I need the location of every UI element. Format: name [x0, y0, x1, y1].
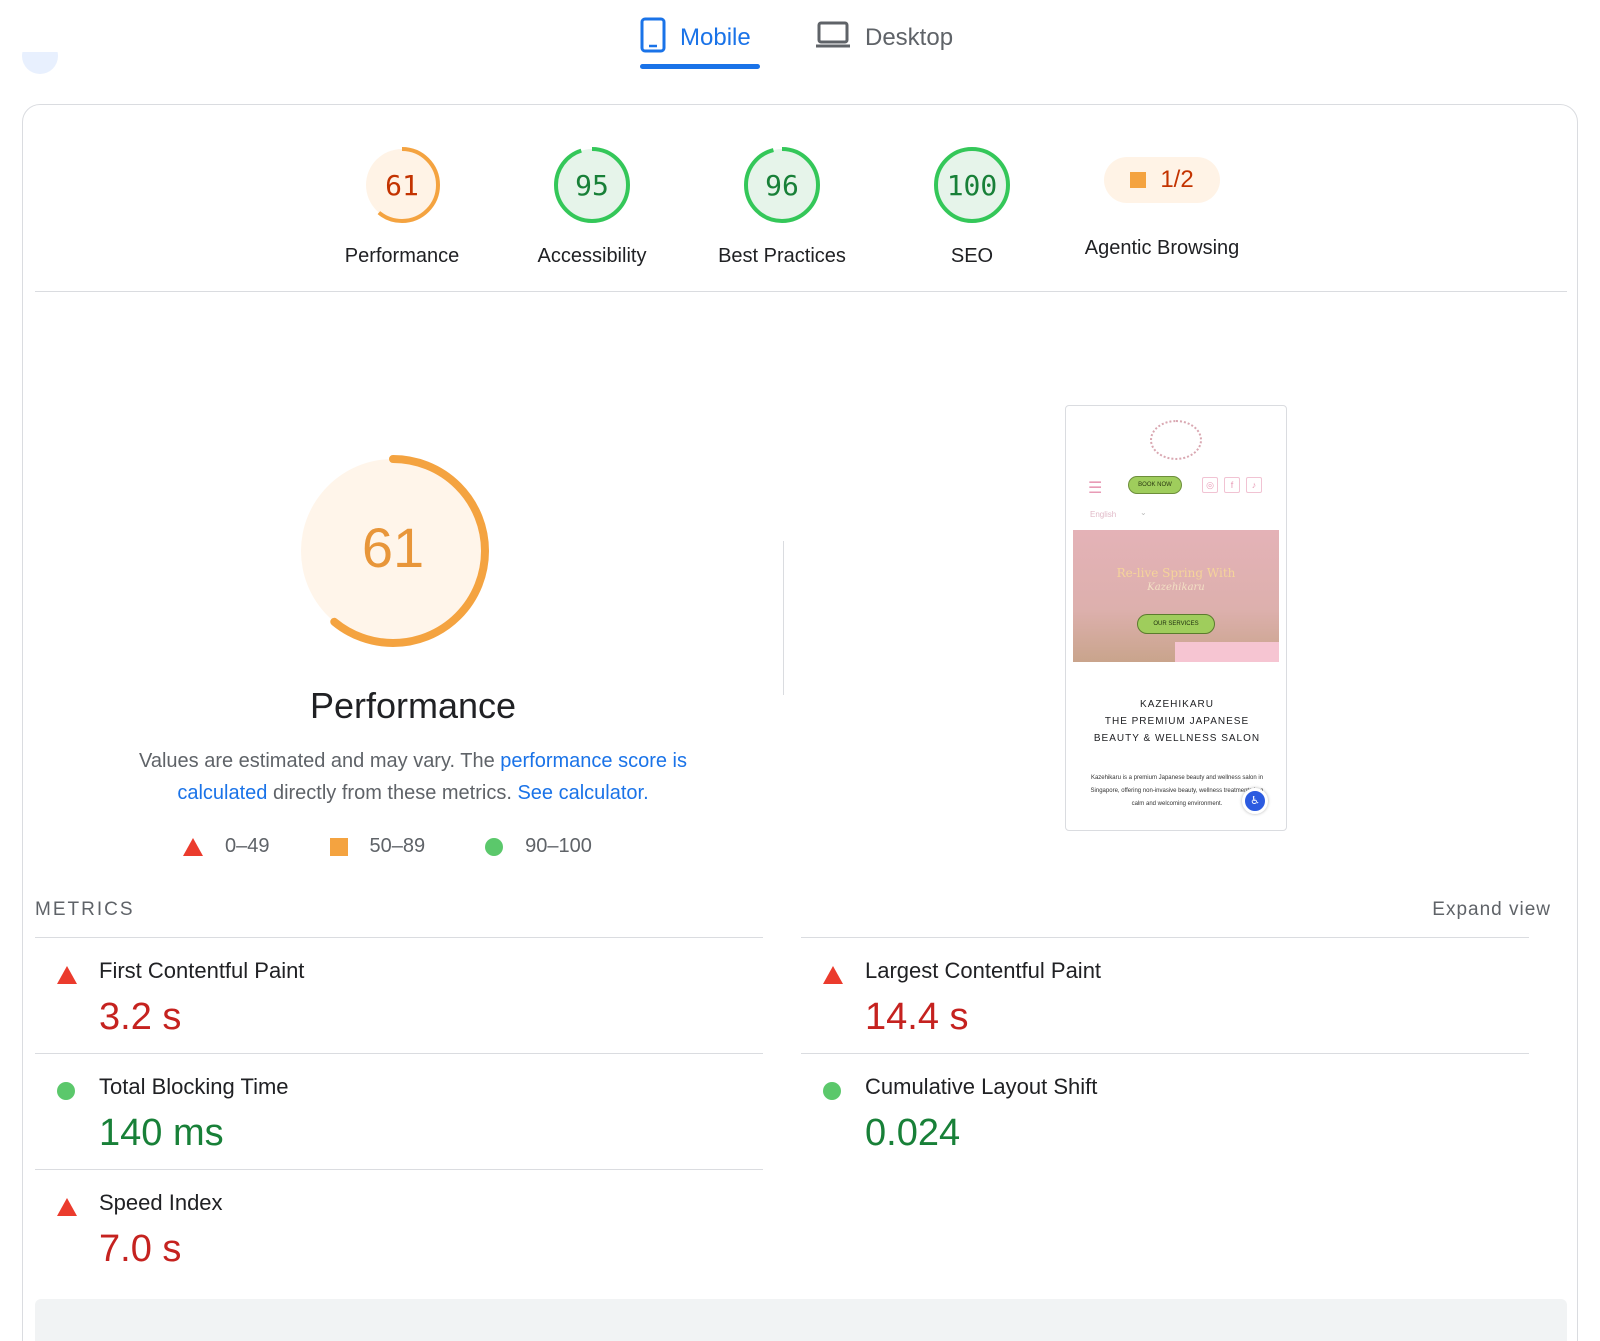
legend-fail: 0–49 [183, 835, 270, 858]
gauge-best-practices[interactable]: 96 Best Practices [697, 145, 867, 268]
metric-speed-index: Speed Index 7.0 s [35, 1169, 763, 1285]
metric-value: 0.024 [865, 1112, 961, 1154]
gauge-seo[interactable]: 100 SEO [887, 145, 1057, 268]
gauge-accessibility[interactable]: 95 Accessibility [507, 145, 677, 268]
tab-desktop-label: Desktop [865, 24, 954, 51]
average-square-icon [329, 837, 348, 856]
metric-name: Largest Contentful Paint [865, 958, 1102, 983]
agentic-score-pill: 1/2 [1104, 157, 1220, 203]
gauge-best-practices-score: 96 [765, 169, 799, 202]
score-legend: 0–49 50–89 90–100 [183, 835, 652, 858]
vertical-divider [783, 541, 784, 695]
legend-pass: 90–100 [485, 835, 592, 858]
instagram-icon: ◎ [1202, 477, 1218, 493]
fail-triangle-icon [183, 837, 203, 856]
metrics-column-right: Largest Contentful Paint 14.4 s Cumulati… [801, 937, 1529, 1169]
gauge-performance-score: 61 [385, 169, 419, 202]
gauge-performance-label: Performance [344, 245, 460, 267]
thumb-heading: KAZEHIKARU THE PREMIUM JAPANESE BEAUTY &… [1066, 696, 1286, 747]
metric-value: 140 ms [99, 1112, 224, 1154]
thumb-hero-subtitle: Kazehikaru [1147, 582, 1205, 593]
thumb-hero-banner: Re-live Spring With Kazehikaru OUR SERVI… [1073, 530, 1279, 662]
metric-cumulative-layout-shift: Cumulative Layout Shift 0.024 [801, 1053, 1529, 1169]
device-tabbar: Mobile Desktop [0, 0, 1600, 74]
thumb-heading-line3: BEAUTY & WELLNESS SALON [1093, 733, 1261, 744]
performance-description: Values are estimated and may vary. The p… [103, 745, 723, 809]
thumb-hero-title: Re-live Spring With [1116, 566, 1236, 580]
thumb-language-select: English [1090, 510, 1117, 519]
pass-circle-icon [485, 837, 504, 856]
metrics-column-left: First Contentful Paint 3.2 s Total Block… [35, 937, 763, 1285]
active-tab-indicator [640, 64, 760, 69]
pass-circle-icon [823, 1082, 841, 1100]
gauge-performance[interactable]: 61 Performance [317, 145, 487, 268]
legend-fail-range: 0–49 [225, 835, 270, 857]
performance-gauge-large: 61 [293, 451, 493, 651]
divider [35, 291, 1567, 292]
performance-score-large: 61 [362, 516, 424, 579]
gauge-accessibility-score: 95 [575, 169, 609, 202]
fail-triangle-icon [57, 966, 77, 984]
gauge-accessibility-ring: 95 [554, 147, 630, 223]
metric-value: 7.0 s [99, 1228, 182, 1270]
thumb-body-text: Kazehikaru is a premium Japanese beauty … [1090, 775, 1264, 807]
metrics-heading: METRICS [35, 899, 135, 920]
gauge-agentic-browsing[interactable]: 1/2 Agentic Browsing [1067, 145, 1257, 260]
see-calculator-link[interactable]: See calculator. [517, 782, 648, 804]
report-card: 61 Performance 95 Accessibility 96 Best … [22, 104, 1578, 1341]
phone-icon [640, 17, 666, 60]
fail-triangle-icon [823, 966, 843, 984]
avatar [22, 52, 58, 74]
performance-title: Performance [309, 685, 517, 726]
metric-value: 14.4 s [865, 996, 969, 1038]
legend-average-range: 50–89 [369, 835, 426, 857]
metric-name: Total Blocking Time [99, 1074, 289, 1099]
gauge-accessibility-label: Accessibility [537, 245, 647, 267]
laptop-icon [815, 21, 851, 56]
accessibility-widget-icon: ♿ [1242, 788, 1268, 814]
thumb-our-services-button: OUR SERVICES [1137, 614, 1215, 634]
desc-prefix: Values are estimated and may vary. The [138, 750, 501, 772]
thumb-heading-line2: THE PREMIUM JAPANESE [1104, 716, 1250, 727]
tiktok-icon: ♪ [1246, 477, 1262, 493]
next-section-strip [35, 1299, 1567, 1341]
legend-pass-range: 90–100 [525, 835, 592, 857]
gauge-seo-score: 100 [947, 169, 998, 202]
pass-circle-icon [57, 1082, 75, 1100]
gauge-agentic-label: Agentic Browsing [1084, 237, 1240, 259]
gauge-best-practices-label: Best Practices [718, 245, 846, 267]
partial-header-row [22, 52, 222, 76]
metric-value: 3.2 s [99, 996, 182, 1038]
desc-mid: directly from these metrics. [267, 782, 518, 804]
gauge-best-practices-ring: 96 [744, 147, 820, 223]
tab-desktop[interactable]: Desktop [815, 8, 953, 68]
page-screenshot-thumbnail: ☰ BOOK NOW ◎ f ♪ English ⌄ Re-live Sprin… [1065, 405, 1287, 831]
category-gauges: 61 Performance 95 Accessibility 96 Best … [23, 145, 1579, 295]
fail-triangle-icon [57, 1198, 77, 1216]
gauge-performance-ring: 61 [364, 147, 440, 223]
metric-total-blocking-time: Total Blocking Time 140 ms [35, 1053, 763, 1169]
tab-mobile-label: Mobile [680, 24, 751, 51]
facebook-icon: f [1224, 477, 1240, 493]
site-logo [1150, 420, 1202, 460]
metric-name: First Contentful Paint [99, 958, 305, 983]
metric-first-contentful-paint: First Contentful Paint 3.2 s [35, 937, 763, 1053]
metric-largest-contentful-paint: Largest Contentful Paint 14.4 s [801, 937, 1529, 1053]
hamburger-menu-icon: ☰ [1088, 480, 1103, 497]
legend-average: 50–89 [329, 835, 426, 858]
hero-pink-band [1175, 642, 1279, 662]
thumb-heading-line1: KAZEHIKARU [1140, 699, 1214, 710]
average-square-icon [1130, 172, 1147, 188]
agentic-score: 1/2 [1160, 166, 1194, 193]
metric-name: Cumulative Layout Shift [865, 1074, 1098, 1099]
metric-name: Speed Index [99, 1190, 223, 1215]
gauge-seo-ring: 100 [934, 147, 1010, 223]
tab-mobile[interactable]: Mobile [640, 8, 751, 68]
gauge-seo-label: SEO [950, 245, 994, 267]
thumb-book-now-button: BOOK NOW [1128, 476, 1182, 494]
chevron-down-icon: ⌄ [1140, 508, 1147, 517]
expand-view-button[interactable]: Expand view [1432, 899, 1551, 921]
